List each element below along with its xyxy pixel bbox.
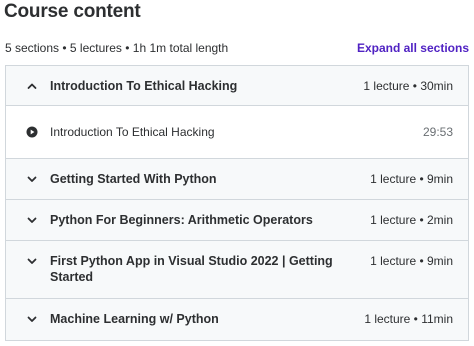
section-title: First Python App in Visual Studio 2022 |… bbox=[50, 254, 333, 284]
course-summary-row: 5 sections • 5 lectures • 1h 1m total le… bbox=[5, 40, 471, 58]
section-meta: 1 lecture • 9min bbox=[370, 254, 453, 268]
chevron-down-icon bbox=[27, 176, 37, 182]
curriculum-accordion: Introduction To Ethical Hacking 1 lectur… bbox=[5, 65, 469, 341]
section-meta: 1 lecture • 30min bbox=[363, 79, 453, 93]
section-header-first-python-app[interactable]: First Python App in Visual Studio 2022 |… bbox=[6, 241, 468, 299]
section-header-getting-started-with-python[interactable]: Getting Started With Python 1 lecture • … bbox=[6, 159, 468, 200]
course-content-title: Course content bbox=[4, 1, 141, 22]
chevron-down-icon bbox=[27, 217, 37, 223]
lecture-item-title[interactable]: Introduction To Ethical Hacking bbox=[50, 124, 215, 140]
section-title: Python For Beginners: Arithmetic Operato… bbox=[50, 213, 313, 227]
section-header-introduction-to-ethical-hacking[interactable]: Introduction To Ethical Hacking 1 lectur… bbox=[6, 66, 468, 106]
chevron-up-icon bbox=[27, 83, 37, 89]
section-meta: 1 lecture • 9min bbox=[370, 172, 453, 186]
play-circle-icon bbox=[26, 126, 38, 138]
lecture-duration: 29:53 bbox=[422, 125, 453, 139]
chevron-down-icon bbox=[27, 258, 37, 264]
section-meta: 1 lecture • 2min bbox=[370, 213, 453, 227]
chevron-down-icon bbox=[27, 316, 37, 322]
section-lecture-list: Introduction To Ethical Hacking 29:53 bbox=[6, 106, 468, 159]
section-title: Introduction To Ethical Hacking bbox=[50, 79, 238, 93]
section-header-machine-learning[interactable]: Machine Learning w/ Python 1 lecture • 1… bbox=[6, 299, 468, 340]
expand-all-sections-button[interactable]: Expand all sections bbox=[357, 41, 469, 55]
section-title: Machine Learning w/ Python bbox=[50, 312, 219, 326]
section-header-python-for-beginners[interactable]: Python For Beginners: Arithmetic Operato… bbox=[6, 200, 468, 241]
section-title: Getting Started With Python bbox=[50, 172, 217, 186]
section-meta: 1 lecture • 11min bbox=[364, 312, 453, 326]
course-summary: 5 sections • 5 lectures • 1h 1m total le… bbox=[5, 41, 229, 55]
